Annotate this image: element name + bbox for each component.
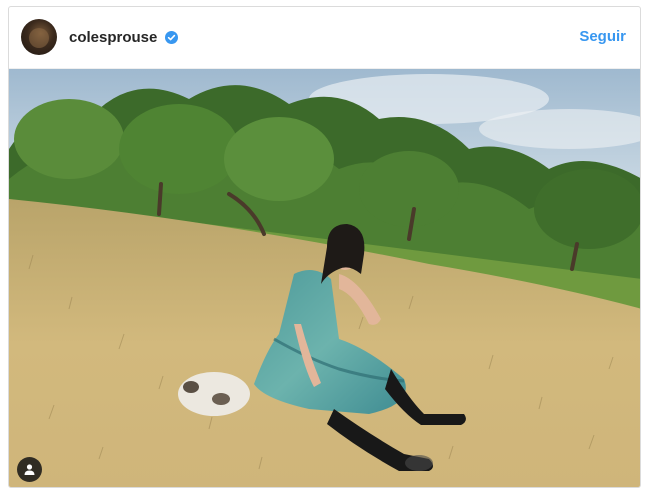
post-header: colesprouse Seguir xyxy=(9,7,640,69)
avatar[interactable] xyxy=(21,19,57,55)
instagram-post: colesprouse Seguir xyxy=(8,6,641,488)
username[interactable]: colesprouse xyxy=(69,29,157,47)
verified-badge-icon xyxy=(165,31,178,44)
post-photo[interactable] xyxy=(9,69,640,487)
follow-button[interactable]: Seguir xyxy=(579,28,626,46)
user-tag-icon[interactable] xyxy=(17,457,42,482)
